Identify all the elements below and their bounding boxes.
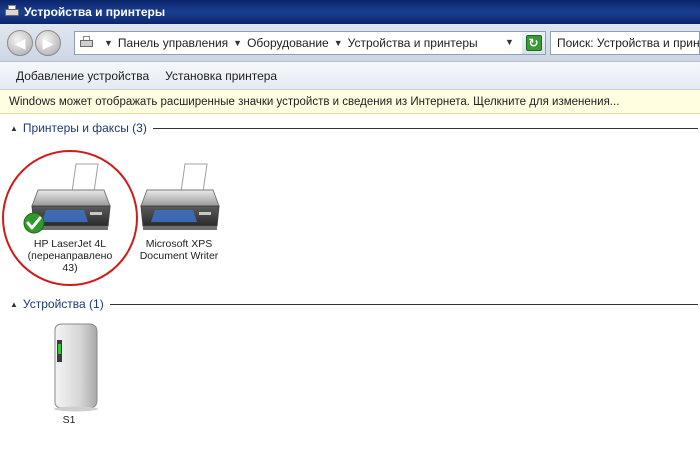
search-placeholder: Поиск: Устройства и принтеры — [557, 36, 700, 50]
search-input[interactable]: Поиск: Устройства и принтеры — [550, 31, 700, 55]
refresh-icon: ↻ — [525, 35, 542, 51]
info-bar[interactable]: Windows может отображать расширенные зна… — [0, 90, 700, 114]
printer-caption: Microsoft XPS Document Writer — [139, 238, 219, 262]
back-button[interactable]: ◀ — [7, 30, 33, 56]
group-divider — [152, 127, 698, 129]
arrow-left-icon: ◀ — [14, 35, 26, 51]
collapse-triangle-icon[interactable]: ▲ — [10, 300, 18, 309]
address-bar[interactable]: ▼ Панель управления ▼ Оборудование ▼ Уст… — [74, 31, 546, 55]
computer-tower-icon — [54, 323, 98, 412]
chevron-right-icon[interactable]: ▼ — [233, 38, 242, 48]
group-label-printers: Принтеры и факсы (3) — [22, 121, 147, 135]
printer-icon — [79, 36, 95, 50]
group-header-devices[interactable]: ▲ Устройства (1) — [10, 296, 698, 312]
device-s1[interactable]: S1 — [14, 322, 124, 426]
device-caption: S1 — [62, 414, 76, 426]
address-dropdown-icon[interactable]: ▼ — [505, 37, 514, 47]
window-title-bar[interactable]: Устройства и принтеры — [0, 0, 700, 24]
breadcrumb-control-panel[interactable]: Панель управления — [118, 36, 228, 50]
window-title: Устройства и принтеры — [24, 5, 166, 19]
chevron-right-icon[interactable]: ▼ — [334, 38, 343, 48]
forward-button[interactable]: ▶ — [35, 30, 61, 56]
group-label-devices: Устройства (1) — [22, 297, 104, 311]
refresh-button[interactable]: ↻ — [522, 31, 546, 55]
add-device-button[interactable]: Добавление устройства — [8, 65, 157, 87]
breadcrumb-devices-printers[interactable]: Устройства и принтеры — [348, 36, 478, 50]
printer-hp-laserjet[interactable]: HP LaserJet 4L (перенаправлено 43) — [15, 162, 125, 274]
info-bar-text: Windows может отображать расширенные зна… — [9, 95, 620, 108]
command-bar: Добавление устройства Установка принтера — [0, 62, 700, 90]
add-printer-button[interactable]: Установка принтера — [157, 65, 285, 87]
breadcrumb-hardware[interactable]: Оборудование — [247, 36, 329, 50]
printer-microsoft-xps[interactable]: Microsoft XPS Document Writer — [124, 162, 234, 262]
printer-icon — [4, 5, 20, 19]
group-header-printers[interactable]: ▲ Принтеры и факсы (3) — [10, 120, 698, 136]
arrow-right-icon: ▶ — [42, 35, 54, 51]
collapse-triangle-icon[interactable]: ▲ — [10, 124, 18, 133]
group-divider — [109, 303, 698, 305]
printer-icon — [140, 163, 220, 230]
chevron-right-icon[interactable]: ▼ — [104, 38, 113, 48]
navigation-bar: ◀ ▶ ▼ Панель управления ▼ Оборудование ▼… — [0, 24, 700, 62]
checkmark-icon — [23, 212, 45, 234]
printer-caption: HP LaserJet 4L (перенаправлено 43) — [27, 238, 113, 274]
